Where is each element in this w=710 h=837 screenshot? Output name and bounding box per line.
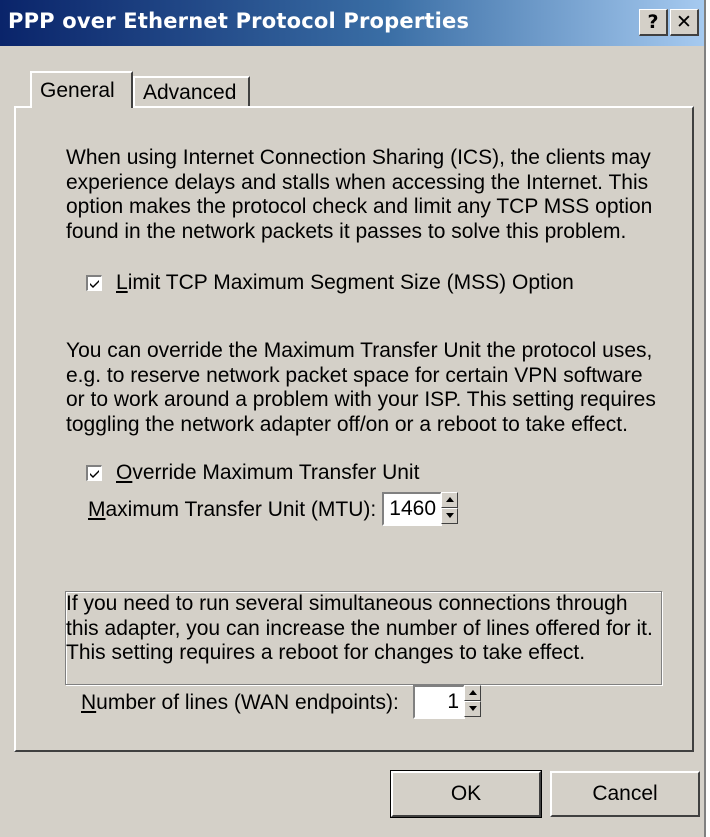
spin-up-button[interactable] [464,685,481,701]
mss-description: When using Internet Connection Sharing (… [66,146,653,243]
lines-spinner[interactable] [464,685,481,717]
checkmark-icon [90,280,99,288]
arrow-up-icon [446,497,454,502]
close-icon: ✕ [676,11,692,33]
arrow-down-icon [446,513,454,518]
limit-mss-checkbox[interactable]: Limit TCP Maximum Segment Size (MSS) Opt… [86,271,574,295]
mtu-label: Maximum Transfer Unit (MTU): [88,498,377,521]
override-mtu-checkbox[interactable]: Override Maximum Transfer Unit [80,461,426,485]
tab-general[interactable]: General [30,71,133,108]
spin-down-button[interactable] [464,701,481,717]
mtu-description: You can override the Maximum Transfer Un… [66,339,656,436]
arrow-down-icon [469,706,477,711]
spin-down-button[interactable] [441,508,458,524]
ok-button[interactable]: OK [390,770,542,818]
spin-up-button[interactable] [441,492,458,508]
dialog-window: PPP over Ethernet Protocol Properties ? … [0,0,706,837]
tab-label: General [40,79,115,102]
checkmark-icon [90,470,99,478]
lines-label: Number of lines (WAN endpoints): [81,691,399,714]
cancel-button[interactable]: Cancel [550,771,700,817]
tab-label: Advanced [143,81,237,104]
mtu-spinner[interactable] [441,492,458,524]
lines-input[interactable]: 1 [413,685,465,719]
help-button[interactable]: ? [639,9,668,36]
checkbox-box[interactable] [86,465,102,481]
lines-description: If you need to run several simultaneous … [66,592,653,664]
checkbox-box[interactable] [86,275,102,291]
arrow-up-icon [469,690,477,695]
window-title: PPP over Ethernet Protocol Properties [8,9,470,33]
close-button[interactable]: ✕ [670,9,699,36]
checkbox-label: Override Maximum Transfer Unit [116,461,420,484]
tab-advanced[interactable]: Advanced [133,76,250,107]
title-bar[interactable]: PPP over Ethernet Protocol Properties ? … [0,0,704,46]
checkbox-label: Limit TCP Maximum Segment Size (MSS) Opt… [116,271,574,294]
help-icon: ? [647,11,659,33]
mtu-input[interactable]: 1460 [382,492,442,526]
